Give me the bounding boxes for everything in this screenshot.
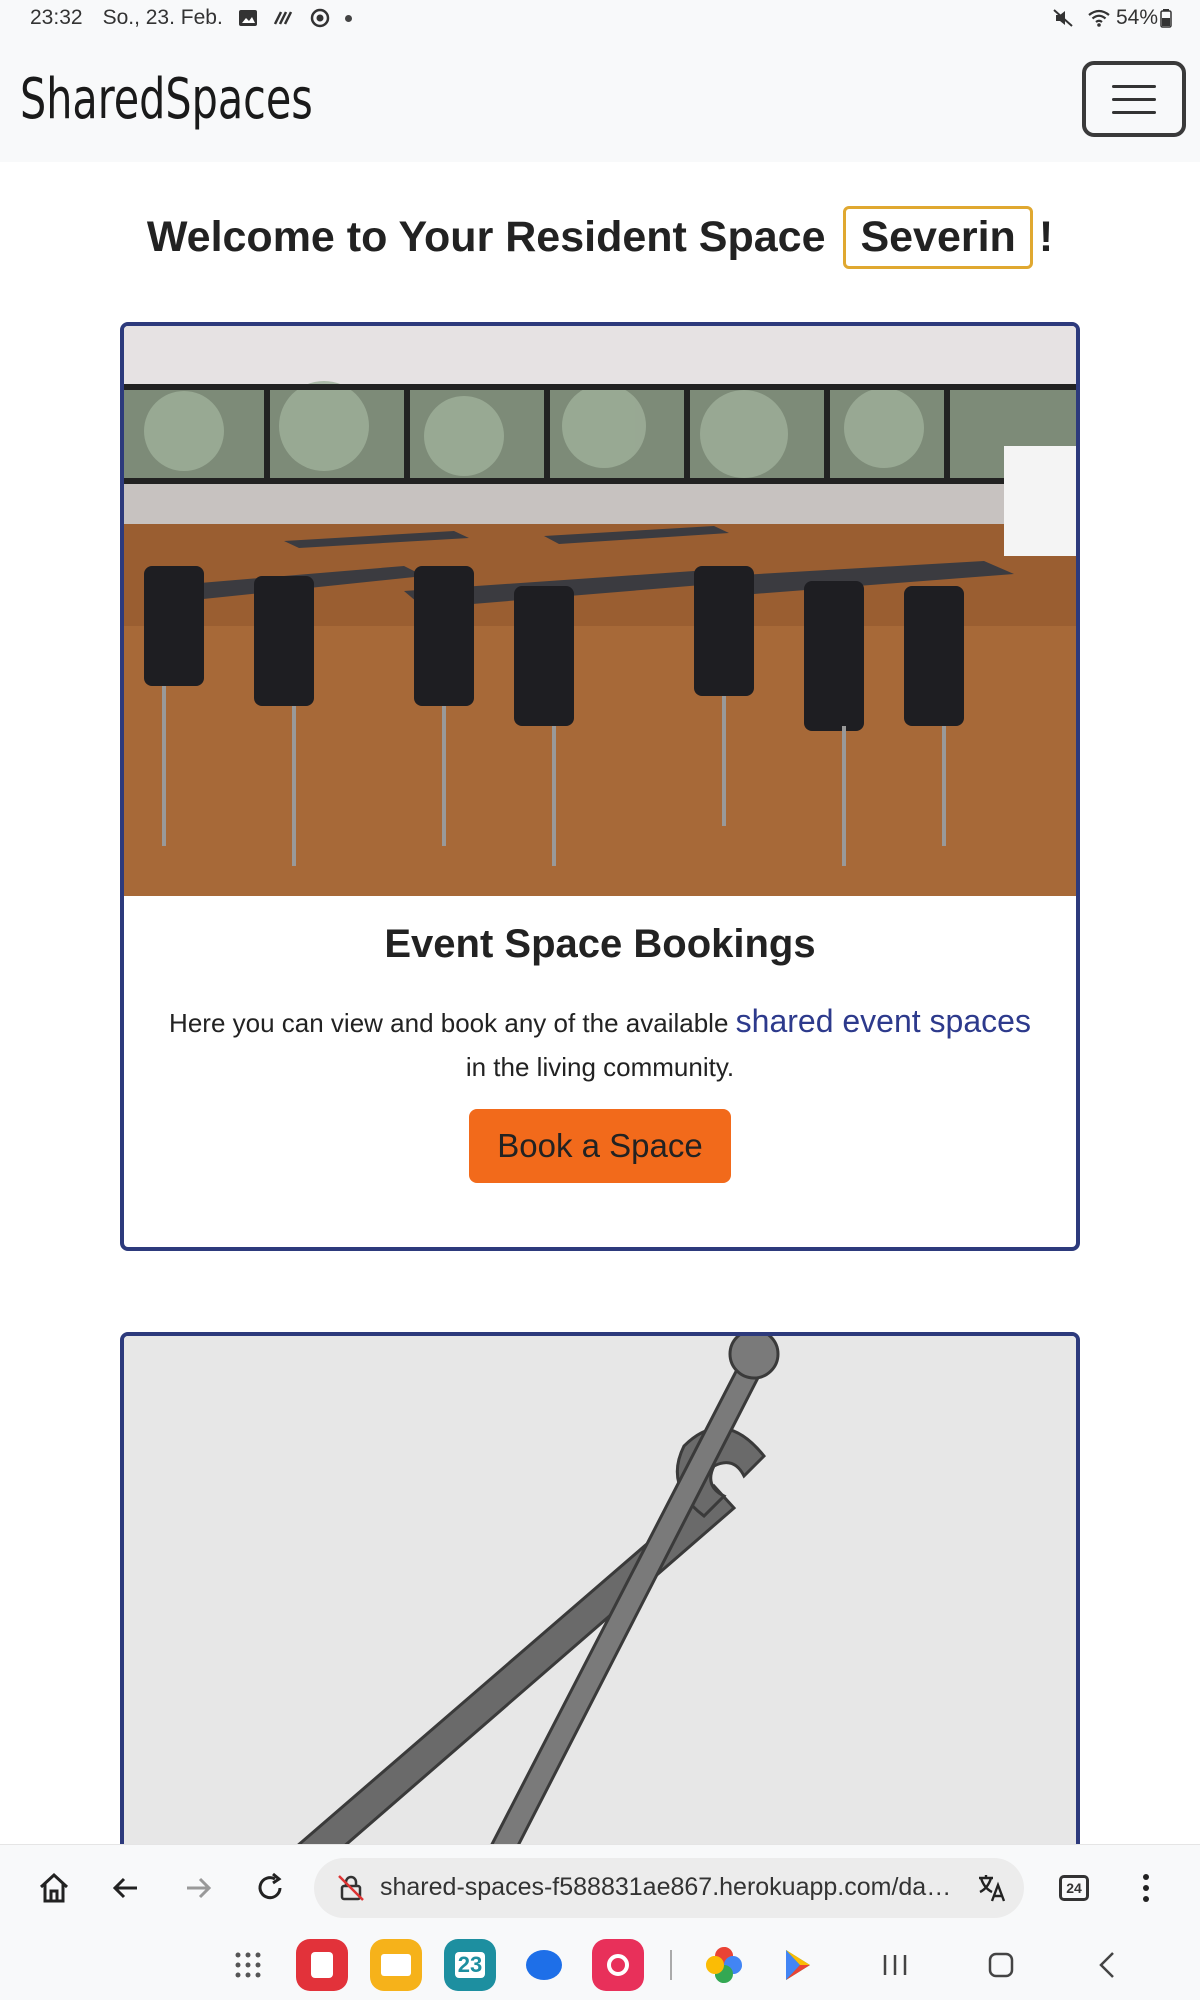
grid-icon [235,1952,261,1978]
clock: 23:32 [30,6,83,29]
play-icon [786,1950,810,1980]
hamburger-line [1112,110,1156,114]
photos-app-icon[interactable] [698,1939,750,1991]
recent-apps-button[interactable] [860,1939,930,1991]
home-icon [39,1872,69,1902]
dock-separator [670,1950,672,1980]
more-options-button[interactable] [1110,1852,1182,1924]
address-bar[interactable]: shared-spaces-f588831ae867.herokuapp.com… [314,1857,1024,1918]
sync-icon [310,8,330,28]
calendar-day: 23 [454,1952,486,1978]
more-notifications-icon [344,14,352,22]
reload-icon [258,1872,282,1899]
camera-app-icon[interactable] [592,1939,644,1991]
chevron-left-icon [1099,1952,1114,1978]
arrow-left-icon [112,1877,137,1898]
notes-app-icon[interactable] [296,1939,348,1991]
resident-name: Severin [843,206,1033,269]
arrow-right-icon [187,1877,212,1898]
reload-button[interactable] [234,1852,306,1924]
url-text: shared-spaces-f588831ae867.herokuapp.com… [380,1873,962,1901]
back-nav-button[interactable] [1072,1939,1142,1991]
card-text-after: in the living community. [465,1052,735,1082]
note-glyph [311,1952,333,1978]
navbar: SharedSpaces [0,36,1200,162]
system-navigation: 23 [0,1930,1200,2000]
battery-icon [1160,9,1172,28]
hamburger-icon [1112,84,1156,88]
conference-room-image [124,326,1076,896]
tabs-button[interactable]: 24 [1038,1852,1110,1924]
mute-icon [1053,9,1073,27]
app-drawer-button[interactable] [222,1939,274,1991]
folder-glyph [381,1954,411,1976]
shared-event-spaces-link[interactable]: shared event spaces [736,1003,1031,1039]
status-bar: 23:32 So., 23. Feb. 54% [0,0,1200,36]
date: So., 23. Feb. [102,6,223,29]
home-square-icon [988,1952,1014,1978]
activity-icon [273,11,292,25]
tab-count: 24 [1059,1874,1089,1901]
welcome-text: Welcome to Your Resident Space [146,213,826,261]
files-app-icon[interactable] [370,1939,422,1991]
chat-bubble-glyph [526,1950,562,1980]
book-a-space-button[interactable]: Book a Space [469,1109,731,1183]
welcome-exclamation: ! [1038,213,1054,261]
more-vertical-icon [1143,1873,1149,1902]
card-title: Event Space Bookings [384,922,816,966]
gallery-icon [238,10,257,26]
translate-icon[interactable] [976,1872,1008,1904]
not-secure-icon [338,1874,364,1901]
brand-logo[interactable]: SharedSpaces [20,67,313,132]
card-text-before: Here you can view and book any of the av… [169,1008,729,1038]
card-description: Here you can view and book any of the av… [124,999,1076,1089]
home-nav-button[interactable] [966,1939,1036,1991]
battery-percentage: 54% [1115,6,1158,29]
messages-app-icon[interactable] [518,1939,570,1991]
page-title: Welcome to Your Resident Space Severin! [0,206,1200,269]
hamburger-line [1112,97,1156,101]
home-button[interactable] [18,1852,90,1924]
wifi-icon [1088,9,1110,27]
back-button[interactable] [90,1852,162,1924]
browser-toolbar: shared-spaces-f588831ae867.herokuapp.com… [0,1844,1200,1930]
camera-glyph [607,1954,629,1976]
play-store-app-icon[interactable] [772,1939,824,1991]
recents-icon [883,1955,907,1975]
calendar-app-icon[interactable]: 23 [444,1939,496,1991]
menu-toggle-button[interactable] [1082,61,1186,137]
forward-button[interactable] [162,1852,234,1924]
event-space-card: Event Space Bookings Here you can view a… [120,322,1080,1251]
pinwheel-icon [706,1947,742,1983]
